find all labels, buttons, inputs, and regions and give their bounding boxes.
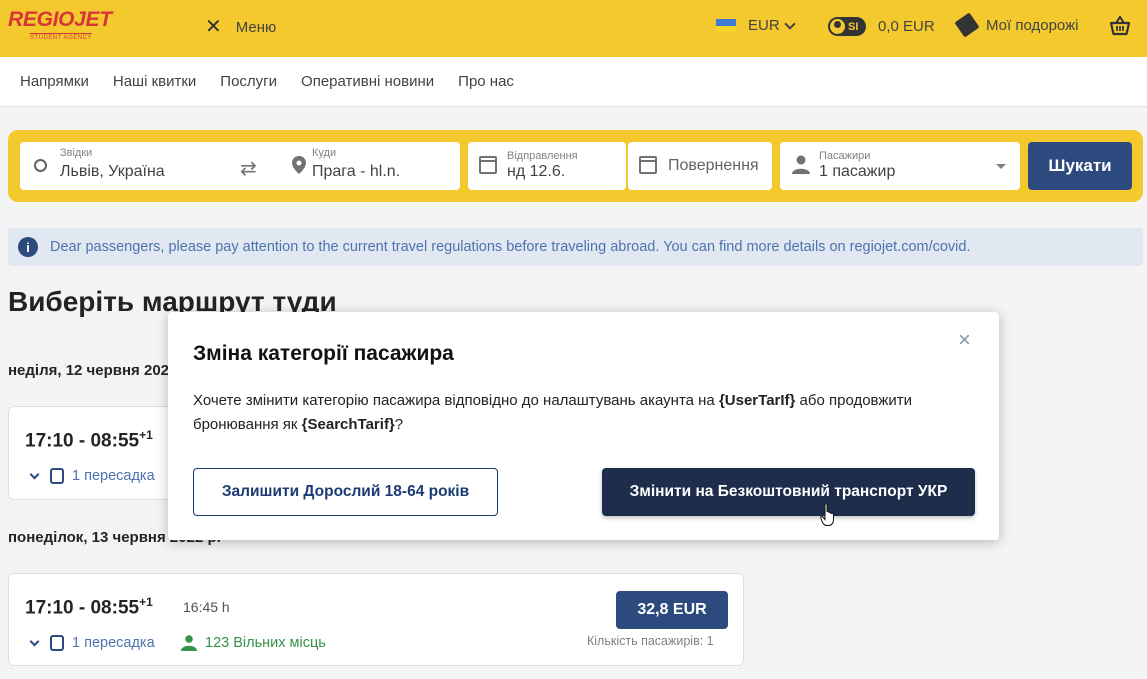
modal-message-part1: Хочете змінити категорію пасажира відпов…: [193, 392, 719, 409]
close-icon[interactable]: ×: [958, 329, 971, 351]
change-category-button[interactable]: Змінити на Безкоштовний транспорт УКР: [602, 468, 975, 516]
modal-message-part3: ?: [394, 416, 404, 433]
hand-cursor-icon: [820, 503, 834, 526]
passenger-category-modal: Зміна категорії пасажира × Хочете змінит…: [168, 312, 999, 540]
search-tarif: {SearchTarif}: [301, 416, 395, 433]
modal-title: Зміна категорії пасажира: [193, 342, 454, 365]
modal-message: Хочете змінити категорію пасажира відпов…: [193, 389, 963, 437]
keep-category-button[interactable]: Залишити Дорослий 18-64 років: [193, 468, 498, 516]
user-tarif: {UserTarIf}: [718, 392, 796, 409]
